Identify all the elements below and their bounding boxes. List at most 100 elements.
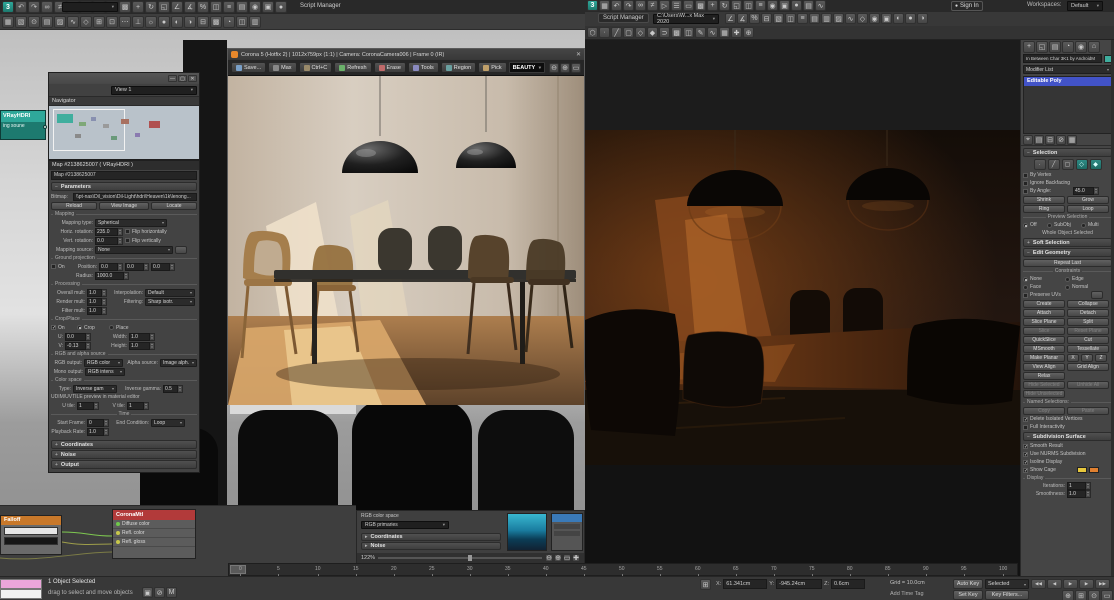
sign-in-button[interactable]: ● Sign In [951, 1, 983, 11]
mapping-type-combo[interactable]: Spherical ▾ [95, 218, 167, 227]
polygon-mode-icon[interactable]: ◇ [635, 27, 646, 38]
falloff-node[interactable]: Falloff [0, 515, 62, 555]
script-manager-pill[interactable]: Script Manager [598, 13, 649, 23]
selection-set-key-combo[interactable]: Selected ▾ [985, 579, 1029, 589]
falloff-color1-swatch[interactable] [4, 527, 58, 535]
material-editor-icon[interactable]: ◉ [249, 1, 261, 13]
isolate-selection-icon[interactable]: ⊙ [28, 16, 40, 28]
spin-0-0[interactable]: 0.0 ▴ ▾ [65, 332, 91, 341]
output-socket[interactable] [43, 125, 47, 129]
zoom-extents-icon[interactable]: ⊙ [1088, 590, 1100, 600]
hierarchy-tab-icon[interactable]: ▤ [1049, 40, 1061, 53]
curve-editor-open-icon[interactable]: ∿ [845, 13, 856, 24]
max-logo-icon[interactable]: 3 [587, 0, 598, 11]
chk-show-cage[interactable]: ✓ Show Cage [1023, 467, 1075, 473]
material-slot-refl-gloss[interactable]: Refl. gloss [113, 538, 195, 547]
rendered-frame-window-icon[interactable]: ◐ [893, 13, 904, 24]
spin-1[interactable]: 1 ▴ ▾ [127, 401, 149, 410]
x-coordinate-field[interactable]: 61.341cm [723, 579, 768, 589]
flip-vertically-checkbox[interactable]: Flip vertically [125, 238, 197, 244]
spin-0-0[interactable]: 0.0 ▴ ▾ [125, 262, 149, 271]
redo-icon[interactable]: ↷ [623, 0, 634, 11]
btn-grid-align[interactable]: Grid Align [1067, 362, 1109, 371]
spin-1-0[interactable]: 1.0 ▴ ▾ [129, 341, 155, 350]
workspace-combo[interactable]: Default ▾ [1067, 1, 1103, 11]
zoom-region-icon[interactable]: ▭ [1101, 590, 1113, 600]
selection-lock-toggle-icon[interactable]: ⊘ [154, 587, 165, 598]
btn-loop[interactable]: Loop [1067, 204, 1109, 213]
btn-grow[interactable]: Grow [1067, 195, 1109, 204]
btn-hide-unselected[interactable]: Hide Unselected [1023, 389, 1065, 398]
polygon-modeling-icon[interactable]: ⬡ [587, 27, 598, 38]
next-frame-icon[interactable]: ▶ [1079, 579, 1094, 589]
mirror-icon[interactable]: ◫ [210, 1, 222, 13]
save-button[interactable]: Save... [231, 62, 267, 73]
zoom-out-icon[interactable]: ⊖ [545, 554, 553, 562]
zoom-extents-icon[interactable]: ▭ [563, 554, 571, 562]
array-tool-icon[interactable]: ⊞ [93, 16, 105, 28]
curve-editor-icon[interactable]: ∿ [67, 16, 79, 28]
btn-z[interactable]: Z [1095, 353, 1107, 362]
cage-selected-color-swatch[interactable] [1089, 467, 1099, 473]
radio-place[interactable]: Place [109, 325, 141, 331]
crop-on-checkbox[interactable]: ✓ On [51, 325, 75, 331]
align-icon[interactable]: ≡ [755, 0, 766, 11]
vertex-subobject-icon[interactable]: ∙ [1033, 159, 1046, 170]
btn-locate[interactable]: Locate [151, 201, 197, 210]
unlink-selection-icon[interactable]: ≠ [647, 0, 658, 11]
create-tab-icon[interactable]: + [1023, 40, 1035, 53]
timeline-trackbar[interactable]: 0 5 10 15 20 25 30 35 40 45 50 55 60 65 70 75 80 85 90 95 10… [228, 563, 1018, 577]
play-animation-icon[interactable]: ▶ [1063, 579, 1078, 589]
material-editor-open-icon[interactable]: ◉ [869, 13, 880, 24]
select-link-icon[interactable]: ∞ [41, 1, 53, 13]
slot-socket[interactable] [116, 522, 120, 526]
radio-off[interactable]: Off [1023, 222, 1045, 228]
by-vertex-checkbox[interactable]: By Vertex [1023, 172, 1112, 178]
snapshot-icon[interactable]: ⊡ [106, 16, 118, 28]
right-viewport[interactable] [585, 40, 1020, 576]
modifier-list-combo[interactable]: Modifier List ▾ [1023, 65, 1112, 74]
btn-paste[interactable]: Paste [1067, 406, 1109, 415]
select-link-icon[interactable]: ∞ [635, 0, 646, 11]
hdri-preview-thumbnail[interactable] [507, 513, 547, 551]
utilities-tab-icon[interactable]: ⌂ [1088, 40, 1100, 53]
navigator-header[interactable]: Navigator [49, 96, 199, 105]
coronamtl-node[interactable]: CoronaMtl Diffuse color Refl. color Refl. … [112, 509, 196, 559]
spin-1-0[interactable]: 1.0 ▴ ▾ [129, 332, 155, 341]
grids-toggle-icon[interactable]: ▩ [210, 16, 222, 28]
btn-detach[interactable]: Detach [1067, 308, 1109, 317]
smoothness-spinner[interactable]: 1.0 ▴ ▾ [1067, 490, 1091, 498]
radio-multi[interactable]: Multi [1081, 222, 1107, 228]
btn-hide-selected[interactable]: Hide Selected [1023, 380, 1065, 389]
chk-use-nurms-subdivision[interactable]: ✓ Use NURMS Subdivision [1023, 451, 1112, 457]
ignore-backfacing-checkbox[interactable]: Ignore Backfacing [1023, 180, 1112, 186]
btn-slice-plane[interactable]: Slice Plane [1023, 317, 1065, 326]
units-setup-icon[interactable]: ⊟ [197, 16, 209, 28]
percent-snap-toggle-icon[interactable]: % [749, 13, 760, 24]
remove-modifier-icon[interactable]: ⊘ [1056, 135, 1066, 145]
tools-button[interactable]: Tools [407, 62, 439, 73]
vrayhdri-node[interactable]: VRayHDRI ing soune [0, 110, 47, 140]
close-icon[interactable]: ✕ [576, 51, 581, 58]
btn-quickslice[interactable]: QuickSlice [1023, 335, 1065, 344]
spin-0-0[interactable]: 0.0 ▴ ▾ [99, 262, 123, 271]
btn-make-planar[interactable]: Make Planar [1023, 353, 1065, 362]
row-coordinates[interactable]: + Coordinates [51, 440, 197, 449]
select-and-move-icon[interactable]: + [707, 0, 718, 11]
row-parameters[interactable]: − Parameters [51, 182, 197, 191]
previous-frame-icon[interactable]: ◀ [1047, 579, 1062, 589]
material-editor-icon[interactable]: ◉ [767, 0, 778, 11]
symmetry-tools-icon[interactable]: ◫ [683, 27, 694, 38]
btn-ring[interactable]: Ring [1023, 204, 1065, 213]
max-button[interactable]: Max [268, 62, 297, 73]
radio-none[interactable]: None [1023, 276, 1063, 282]
combo-default[interactable]: Default ▾ [145, 288, 195, 297]
snaps-toggle-icon[interactable]: ∠ [725, 13, 736, 24]
time-slider-handle[interactable] [230, 565, 246, 574]
flip-horizontally-checkbox[interactable]: Flip horizontally [125, 229, 197, 235]
rgb-primaries-combo[interactable]: RGB primaries ▾ [361, 521, 449, 529]
mapping-source-button[interactable] [175, 245, 187, 254]
by-angle-checkbox[interactable]: By Angle: [1023, 188, 1071, 194]
go-to-end-icon[interactable]: ▶▶ [1095, 579, 1110, 589]
chk-isoline-display[interactable]: ✓ Isoline Display [1023, 459, 1112, 465]
